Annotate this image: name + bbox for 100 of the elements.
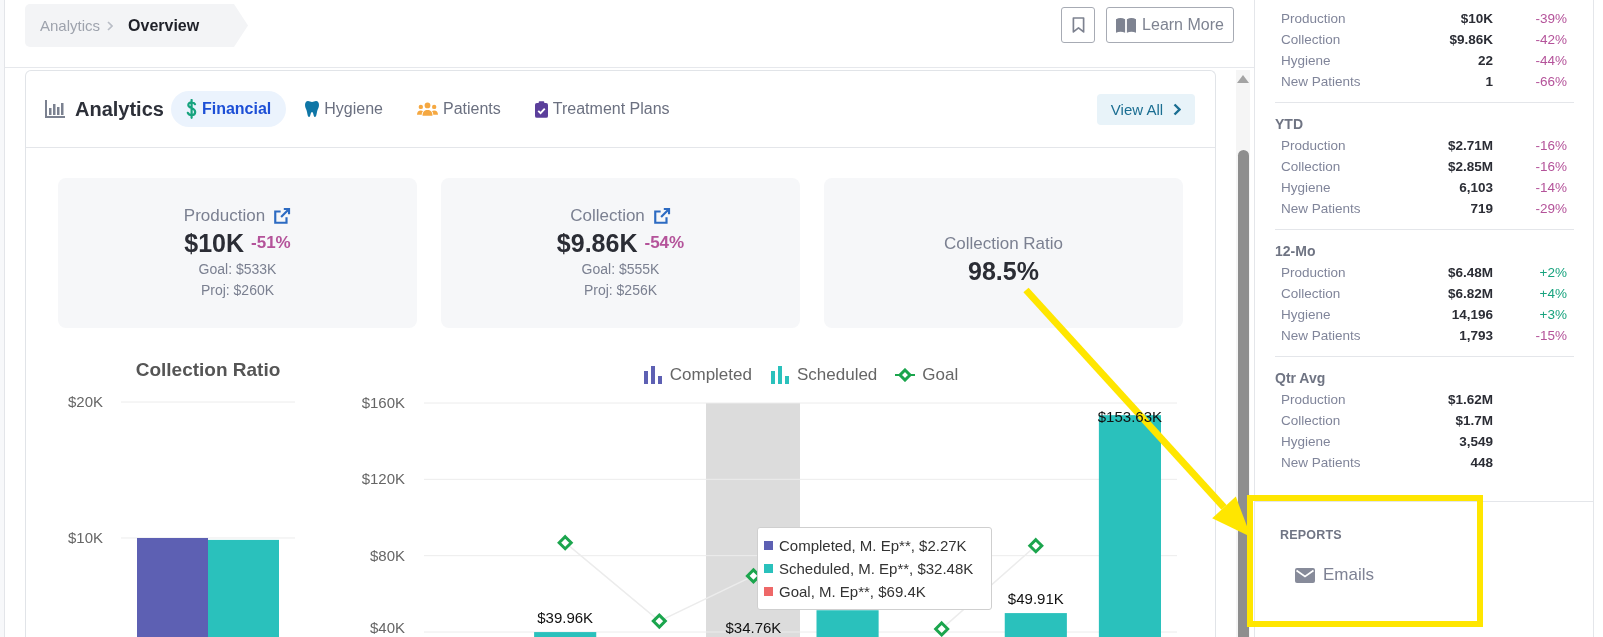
metric-value: $10K <box>1460 11 1493 26</box>
goal-marker <box>557 534 574 551</box>
metric-change: -16% <box>1535 159 1567 174</box>
legend-label: Scheduled <box>796 365 878 385</box>
emails-link[interactable]: Emails <box>1295 564 1374 586</box>
metric-change: +3% <box>1539 307 1567 322</box>
scroll-up-arrow-icon[interactable] <box>1237 75 1249 83</box>
scrollbar-thumb[interactable] <box>1237 150 1249 637</box>
bookmark-icon <box>1071 16 1085 34</box>
stat-label: Collection Ratio <box>943 234 1064 254</box>
metric-value: 14,196 <box>1451 307 1493 322</box>
metric-value: $6.48M <box>1447 265 1493 280</box>
metric-value: $1.62M <box>1447 392 1493 407</box>
legend-label: Completed <box>669 365 752 385</box>
metric-value: $9.86K <box>1449 32 1493 47</box>
stat-change: -54% <box>644 233 685 253</box>
metric-label: Production <box>1281 138 1346 153</box>
metric-value: 719 <box>1470 201 1493 216</box>
metric-value: 448 <box>1470 455 1493 470</box>
learn-more-button[interactable]: Learn More <box>1106 7 1234 43</box>
metric-change: -42% <box>1535 32 1567 47</box>
stat-value: $10K <box>184 228 245 258</box>
y-axis-label: $20K <box>67 395 103 410</box>
card-title: Analytics <box>75 97 164 121</box>
tab[interactable]: Financial <box>170 91 287 127</box>
metric-label: New Patients <box>1281 455 1361 470</box>
metric-label: Hygiene <box>1281 180 1331 195</box>
section-heading: 12-Mo <box>1275 243 1316 259</box>
metric-value: 3,549 <box>1459 434 1493 449</box>
people-icon <box>417 102 438 116</box>
goal-text: Goal: $555K <box>581 260 660 279</box>
metric-change: -66% <box>1535 74 1567 89</box>
metric-change: -15% <box>1535 328 1567 343</box>
goal-marker <box>1027 537 1044 554</box>
stat-label: Collection <box>570 206 645 226</box>
section-heading: Qtr Avg <box>1275 370 1326 386</box>
metric-value: 6,103 <box>1459 180 1493 195</box>
external-link-icon[interactable] <box>652 207 671 225</box>
metric-label: New Patients <box>1281 201 1361 216</box>
tooth-icon <box>305 100 320 118</box>
stat-label: Production <box>183 206 266 226</box>
legend-item[interactable]: Goal <box>895 365 959 385</box>
metric-label: Hygiene <box>1281 307 1331 322</box>
bar <box>816 610 879 637</box>
y-axis-label: $120K <box>361 470 405 488</box>
metric-value: $2.85M <box>1447 159 1493 174</box>
clipboard-check-icon <box>534 100 548 118</box>
metric-value: 1 <box>1485 74 1493 89</box>
value-label: $34.76K <box>725 620 782 636</box>
metric-value: $2.71M <box>1447 138 1493 153</box>
goal-marker <box>651 613 668 630</box>
bar <box>534 632 597 637</box>
metric-change: -29% <box>1535 201 1567 216</box>
book-icon <box>1116 16 1137 34</box>
value-label: $39.96K <box>537 610 594 627</box>
metric-label: Production <box>1281 11 1346 26</box>
section-heading: YTD <box>1275 116 1303 132</box>
metric-change: -14% <box>1535 180 1567 195</box>
tab[interactable]: Treatment Plans <box>519 91 685 127</box>
metric-label: Production <box>1281 392 1346 407</box>
metric-change: +4% <box>1539 286 1567 301</box>
tooltip-text: Scheduled, M. Ep**, $32.48K <box>779 560 974 577</box>
legend-item[interactable]: Scheduled <box>769 365 878 385</box>
legend-item[interactable]: Completed <box>642 365 752 385</box>
metric-value: 1,793 <box>1459 328 1493 343</box>
bar-chart-icon <box>45 100 65 118</box>
stat-value: 98.5% <box>968 256 1039 286</box>
projection-text: Proj: $256K <box>583 281 658 300</box>
tab[interactable]: Hygiene <box>290 91 398 127</box>
metric-label: Collection <box>1281 286 1341 301</box>
metric-label: Collection <box>1281 32 1341 47</box>
metric-label: New Patients <box>1281 328 1361 343</box>
metric-change: -16% <box>1535 138 1567 153</box>
envelope-icon <box>1295 567 1315 583</box>
metric-label: Collection <box>1281 159 1341 174</box>
metric-change: -39% <box>1535 11 1567 26</box>
legend-label: Goal <box>922 365 959 385</box>
y-axis-label: $10K <box>67 529 103 546</box>
chevron-right-icon <box>107 20 114 31</box>
chart-title: Collection Ratio <box>135 359 281 381</box>
tab[interactable]: Patients <box>402 91 516 127</box>
metric-change: +2% <box>1539 265 1567 280</box>
metric-change: -44% <box>1535 53 1567 68</box>
metric-label: Hygiene <box>1281 434 1331 449</box>
external-link-icon[interactable] <box>273 207 292 225</box>
dollar-icon <box>185 99 197 119</box>
breadcrumb-current: Overview <box>128 16 200 35</box>
metric-label: New Patients <box>1281 74 1361 89</box>
tooltip-text: Goal, M. Ep**, $69.4K <box>779 583 926 600</box>
chevron-right-icon <box>1173 102 1182 116</box>
metric-value: $1.7M <box>1455 413 1493 428</box>
projection-text: Proj: $260K <box>200 281 275 300</box>
goal-text: Goal: $533K <box>198 260 277 279</box>
y-axis-label: $80K <box>369 546 405 564</box>
bookmark-button[interactable] <box>1061 7 1095 43</box>
tooltip-text: Completed, M. Ep**, $2.27K <box>779 537 967 554</box>
bar <box>1004 613 1067 637</box>
metric-label: Hygiene <box>1281 53 1331 68</box>
metric-value: $6.82M <box>1447 286 1493 301</box>
view-all-button[interactable]: View All <box>1097 93 1195 125</box>
